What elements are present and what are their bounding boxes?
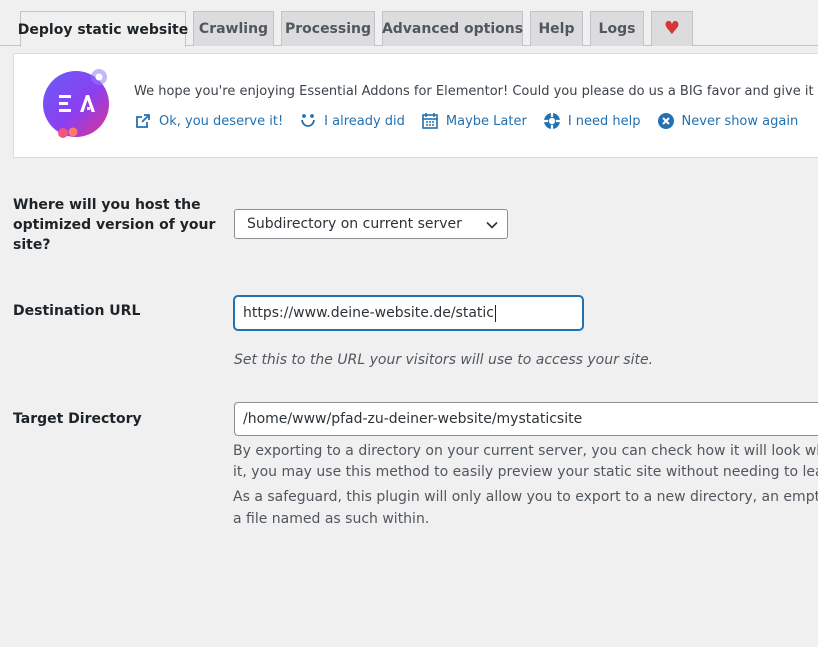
target-directory-desc: it, you may use this method to easily pr… [233, 464, 818, 480]
target-directory-input[interactable]: /home/www/pfad-zu-deiner-website/mystati… [234, 402, 818, 436]
action-label: Never show again [681, 113, 799, 129]
action-label: I need help [567, 113, 641, 129]
host-label: Where will you host the optimized versio… [13, 195, 215, 255]
smile-icon [299, 112, 317, 130]
lifebuoy-icon [543, 112, 561, 130]
host-label-line: optimized version of your [13, 217, 216, 233]
host-label-line: site? [13, 237, 51, 253]
tab-bar: Deploy static website Crawling Processin… [0, 0, 818, 47]
text-caret [494, 304, 496, 322]
tab-label: Help [538, 21, 575, 37]
tab-advanced-options[interactable]: Advanced options [382, 11, 523, 46]
target-directory-label: Target Directory [13, 411, 142, 427]
i-already-did-link[interactable]: I already did [299, 112, 405, 130]
notice-message: We hope you're enjoying Essential Addons… [134, 84, 818, 99]
chevron-down-icon [486, 221, 498, 229]
action-label: Maybe Later [445, 113, 527, 129]
tab-deploy-static-website[interactable]: Deploy static website [17, 11, 189, 47]
host-label-line: Where will you host the [13, 197, 201, 213]
target-directory-desc: By exporting to a directory on your curr… [233, 443, 818, 459]
never-show-again-link[interactable]: Never show again [657, 112, 799, 130]
calendar-icon [421, 112, 439, 130]
tab-label: Crawling [198, 21, 269, 37]
external-link-icon [134, 112, 152, 130]
host-select-value: Subdirectory on current server [247, 216, 462, 232]
host-select[interactable]: Subdirectory on current server [234, 209, 508, 239]
dismiss-icon [657, 112, 675, 130]
rating-notice: We hope you're enjoying Essential Addons… [13, 53, 818, 158]
tab-crawling[interactable]: Crawling [193, 11, 274, 46]
ok-you-deserve-it-link[interactable]: Ok, you deserve it! [134, 112, 283, 130]
destination-url-help: Set this to the URL your visitors will u… [234, 352, 654, 368]
tab-label: Deploy static website [17, 21, 189, 38]
essential-addons-logo [43, 69, 109, 138]
tab-processing[interactable]: Processing [281, 11, 375, 46]
maybe-later-link[interactable]: Maybe Later [421, 112, 527, 130]
target-directory-value: /home/www/pfad-zu-deiner-website/mystati… [243, 411, 583, 427]
tab-logs[interactable]: Logs [590, 11, 644, 46]
heart-icon: ♥ [663, 18, 681, 39]
tab-help[interactable]: Help [530, 11, 583, 46]
target-directory-desc: a file named as such within. [233, 511, 430, 527]
destination-url-label: Destination URL [13, 303, 141, 319]
tab-label: Advanced options [381, 21, 524, 37]
tab-donate[interactable]: ♥ [651, 11, 693, 46]
settings-page: Deploy static website Crawling Processin… [0, 0, 818, 647]
tab-label: Logs [598, 21, 636, 37]
notice-actions: Ok, you deserve it! I already did Maybe … [134, 112, 814, 130]
tab-label: Processing [284, 21, 372, 37]
i-need-help-link[interactable]: I need help [543, 112, 641, 130]
destination-url-input[interactable]: https://www.deine-website.de/static [234, 296, 583, 330]
action-label: I already did [324, 113, 405, 129]
destination-url-value: https://www.deine-website.de/static [243, 305, 494, 321]
target-directory-desc: As a safeguard, this plugin will only al… [233, 489, 818, 505]
action-label: Ok, you deserve it! [159, 113, 284, 129]
